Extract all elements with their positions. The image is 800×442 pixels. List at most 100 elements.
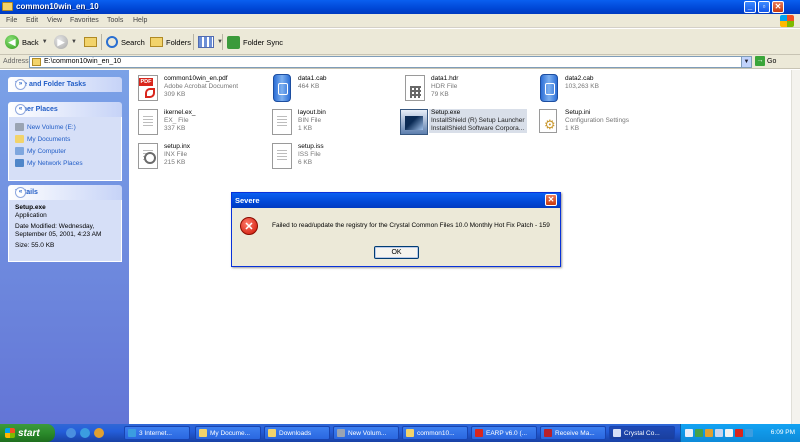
close-button[interactable]: ✕ [772,1,784,13]
taskbar-item[interactable]: New Volum... [333,426,399,440]
my-documents-icon [15,135,24,143]
forward-button[interactable]: ▶ ▼ [54,34,77,50]
document-icon [135,141,161,171]
address-input[interactable]: E:\common10win_en_10 ▼ [29,56,752,68]
details-header[interactable]: Details « [8,185,122,200]
taskbar-item[interactable]: EARP v6.0 (... [471,426,537,440]
menu-help[interactable]: Help [133,17,147,24]
back-button[interactable]: ◀ Back ▼ [5,34,48,50]
setup-exe-icon [400,107,428,137]
file-item[interactable]: PDF common10win_en.pdf Adobe Acrobat Docu… [135,73,265,107]
file-item[interactable]: setup.iss ISS File 6 KB [269,141,399,175]
file-size: 1 KB [298,125,313,132]
file-item[interactable]: setup.inx INX File 215 KB [135,141,265,175]
file-item[interactable]: data1.cab 464 KB [269,73,399,107]
taskbar-item[interactable]: common10... [402,426,468,440]
maximize-button[interactable]: ▫ [758,1,770,13]
folders-button[interactable]: Folders [150,34,191,50]
place-my-network-places[interactable]: My Network Places [15,157,115,169]
file-item-selected[interactable]: Setup.exe InstallShield (R) Setup Launche… [400,107,534,141]
taskbar-item-active[interactable]: Crystal Co... [609,426,675,440]
task-label: common10... [417,429,455,437]
tray-icon[interactable] [745,429,753,437]
file-size: 6 KB [298,159,313,166]
file-type: InstallShield (R) Setup Launcher [431,117,525,124]
place-new-volume[interactable]: New Volume (E:) [15,121,115,133]
address-label: Address [3,58,29,65]
task-label: Receive Ma... [555,429,595,437]
file-name: layout.bin [298,109,326,116]
go-arrow-icon: → [755,56,765,66]
start-button[interactable]: start [0,424,55,442]
folders-label: Folders [166,37,192,47]
menu-favorites[interactable]: Favorites [70,17,99,24]
place-my-computer[interactable]: My Computer [15,145,115,157]
internet-explorer-icon[interactable] [80,428,90,438]
file-item[interactable]: Setup.iniConfiguration Settings1 KB [536,107,666,141]
file-type: ISS File [298,151,321,158]
collapse-chevron-icon[interactable]: « [15,104,26,115]
other-places-panel: Other Places « New Volume (E:) My Docume… [8,102,122,181]
app-icon [475,429,483,437]
ie-icon [128,429,136,437]
file-name: common10win_en.pdf [164,75,228,82]
taskbar-item[interactable]: Receive Ma... [540,426,606,440]
views-button[interactable]: ▼ [198,34,223,50]
file-name: data1.hdr [431,75,459,82]
taskbar-item[interactable]: 3 Internet... [124,426,190,440]
error-icon: ✕ [240,217,258,235]
ini-icon [536,107,562,137]
place-my-documents[interactable]: My Documents [15,133,115,145]
ok-button[interactable]: OK [374,246,419,259]
file-item[interactable]: data2.cab 103,263 KB [536,73,666,107]
tray-icon[interactable] [685,429,693,437]
taskbar-item[interactable]: Downloads [264,426,330,440]
my-computer-icon [15,147,24,155]
file-size: 79 KB [431,91,449,98]
address-dropdown-button[interactable]: ▼ [741,57,751,67]
media-player-icon[interactable] [94,428,104,438]
taskbar-item[interactable]: My Docume... [195,426,261,440]
file-name: Setup.ini [565,109,591,116]
menu-tools[interactable]: Tools [107,17,123,24]
menu-file[interactable]: File [6,17,17,24]
show-desktop-icon[interactable] [66,428,76,438]
menu-view[interactable]: View [47,17,62,24]
file-folder-tasks-header[interactable]: File and Folder Tasks » [8,77,122,92]
task-label: Crystal Co... [624,429,660,437]
menu-edit[interactable]: Edit [26,17,38,24]
dialog-title-bar[interactable]: Severe ✕ [232,193,560,208]
up-folder-button[interactable] [84,34,97,50]
clock: 6:09 PM [770,429,795,436]
file-item[interactable]: ikernel.ex_ EX_ File 337 KB [135,107,265,141]
file-size: 309 KB [164,91,186,98]
search-label: Search [121,37,145,47]
dialog-title: Severe [235,196,260,205]
chevron-down-icon: ▼ [41,39,48,45]
tray-icon[interactable] [705,429,713,437]
expand-chevron-icon[interactable]: » [15,79,26,90]
collapse-chevron-icon[interactable]: « [15,187,26,198]
toolbar: ◀ Back ▼ ▶ ▼ Search Folders ▼ Folder Syn… [0,29,800,55]
search-button[interactable]: Search [106,34,145,50]
folder-icon [2,2,13,11]
tray-icon[interactable] [695,429,703,437]
go-button[interactable]: → Go [755,56,776,66]
file-type: Adobe Acrobat Document [164,83,239,90]
minimize-button[interactable]: _ [744,1,756,13]
title-bar[interactable]: common10win_en_10 _ ▫ ✕ [0,0,800,14]
tray-icon[interactable] [735,429,743,437]
folder-sync-button[interactable]: Folder Sync [227,34,283,50]
file-item[interactable]: layout.bin BIN File 1 KB [269,107,399,141]
other-places-header[interactable]: Other Places « [8,102,122,117]
vertical-scrollbar[interactable] [791,70,800,424]
cab-icon [269,73,295,103]
tray-icon[interactable] [715,429,723,437]
tray-icon[interactable] [725,429,733,437]
search-icon [106,36,118,48]
dialog-close-button[interactable]: ✕ [545,194,557,206]
address-value: E:\common10win_en_10 [44,58,122,65]
file-item[interactable]: data1.hdr HDR File 79 KB [402,73,532,107]
folder-icon [199,429,207,437]
setup-icon [613,429,621,437]
